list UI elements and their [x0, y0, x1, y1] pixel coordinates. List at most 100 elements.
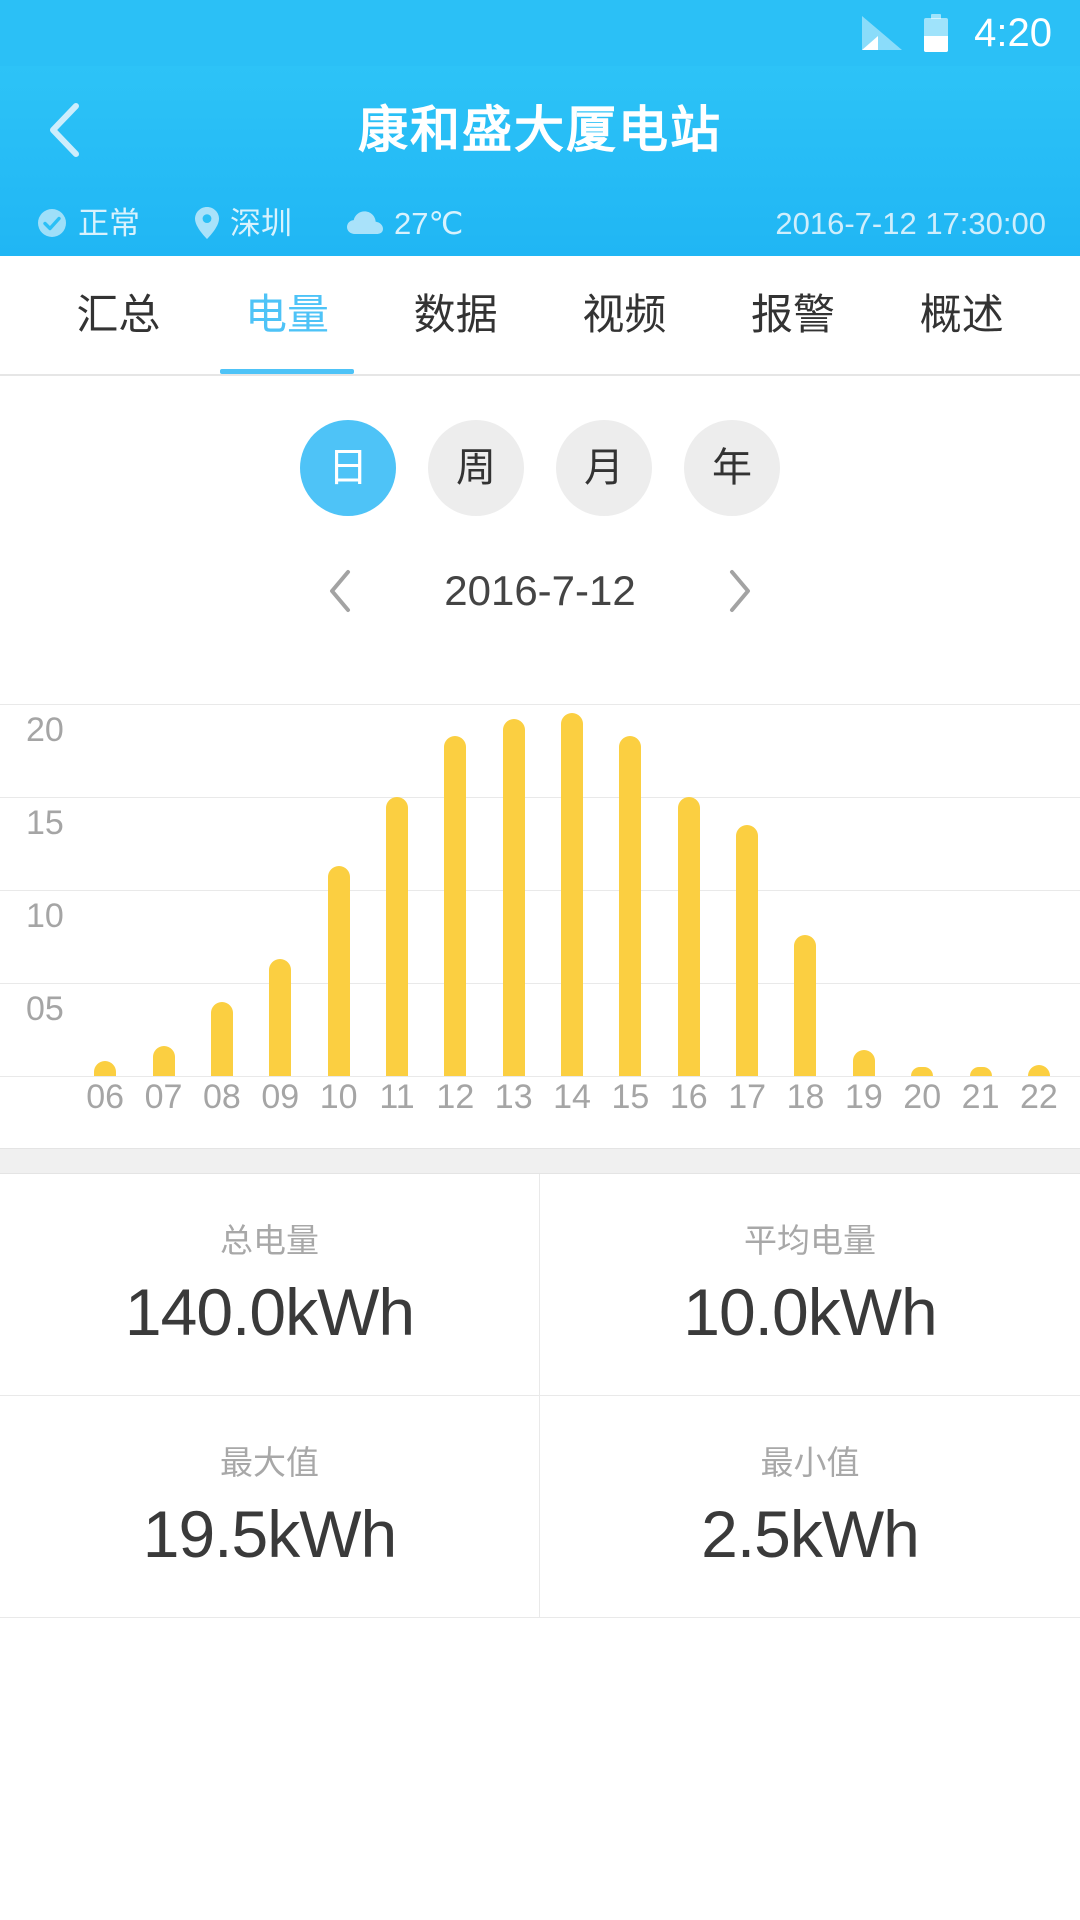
page-title: 康和盛大厦电站 — [358, 102, 722, 158]
period-year[interactable]: 年 — [684, 420, 780, 516]
tab-baojing[interactable]: 报警 — [709, 256, 878, 374]
tab-underline — [51, 369, 185, 374]
x-axis-tick-label: 07 — [144, 1078, 183, 1116]
status-bar: 4:20 — [0, 0, 1080, 66]
chart-bar[interactable] — [94, 1061, 117, 1076]
tab-shipin[interactable]: 视频 — [540, 256, 709, 374]
chart-bar-slot[interactable] — [426, 676, 484, 1076]
tab-underline — [389, 369, 523, 374]
chart-bar[interactable] — [269, 958, 292, 1076]
stat-value: 2.5kWh — [701, 1497, 920, 1571]
chart-bar[interactable] — [677, 796, 700, 1076]
tab-huizong[interactable]: 汇总 — [34, 256, 203, 374]
x-axis-tick-label: 21 — [961, 1078, 1000, 1116]
chart-bar-slot[interactable] — [660, 676, 718, 1076]
stats-separator — [0, 1148, 1080, 1174]
chart-bar[interactable] — [152, 1046, 175, 1076]
period-month[interactable]: 月 — [556, 420, 652, 516]
chart-bar-slot[interactable] — [718, 676, 776, 1076]
tab-dianliang[interactable]: 电量 — [203, 256, 372, 374]
chart-bar-slot[interactable] — [1010, 676, 1068, 1076]
stat-label: 总电量 — [220, 1222, 319, 1259]
chart-bar-slot[interactable] — [835, 676, 893, 1076]
chart-bar[interactable] — [911, 1066, 934, 1076]
date-navigator: 2016-7-12 — [0, 516, 1080, 626]
back-button[interactable] — [34, 100, 94, 160]
chart-bar[interactable] — [1027, 1064, 1050, 1076]
x-axis-tick-label: 13 — [494, 1078, 533, 1116]
tab-label: 汇总 — [76, 291, 161, 338]
chart-bar[interactable] — [969, 1066, 992, 1076]
chart-bar[interactable] — [385, 796, 408, 1076]
chart-bar[interactable] — [794, 934, 817, 1076]
y-axis-tick-label: 15 — [26, 803, 64, 842]
tab-label: 视频 — [582, 291, 667, 338]
period-day[interactable]: 日 — [300, 420, 396, 516]
chart-bar-slot[interactable] — [193, 676, 251, 1076]
chart-bar[interactable] — [210, 1001, 233, 1076]
stat-label: 最大值 — [220, 1444, 319, 1481]
y-axis-tick-label: 20 — [26, 710, 64, 749]
status-bar-clock: 4:20 — [974, 11, 1052, 55]
x-axis-tick-label: 16 — [669, 1078, 708, 1116]
chart-bar-slot[interactable] — [368, 676, 426, 1076]
chart-bar-slot[interactable] — [485, 676, 543, 1076]
x-axis-tick-label: 11 — [379, 1078, 415, 1116]
battery-half-icon — [924, 14, 949, 52]
tab-label: 数据 — [413, 291, 498, 338]
chart-bar-slot[interactable] — [601, 676, 659, 1076]
tab-gaishu[interactable]: 概述 — [877, 256, 1046, 374]
x-axis-tick-label: 19 — [844, 1078, 883, 1116]
chart-bar-slot[interactable] — [893, 676, 951, 1076]
chart-x-axis: 06 07 08 09 10 11 12 13 14 15 16 17 18 19 20 21 22 — [76, 1080, 1068, 1114]
x-axis-tick-label: 17 — [728, 1078, 767, 1116]
back-chevron-icon — [50, 103, 79, 157]
chart-bar[interactable] — [852, 1049, 875, 1076]
tab-underline — [895, 369, 1029, 374]
header-title-row: 康和盛大厦电站 — [0, 66, 1080, 194]
stat-average-energy: 平均电量 10.0kWh — [540, 1174, 1080, 1396]
stat-value: 10.0kWh — [683, 1275, 937, 1349]
chart-bar[interactable] — [327, 865, 350, 1076]
chart-bar[interactable] — [444, 735, 467, 1076]
chart-bars — [76, 676, 1068, 1076]
chart-bar-slot[interactable] — [951, 676, 1009, 1076]
page-header: 康和盛大厦电站 正常 深圳 27℃ 2016-7-12 17:30:00 — [0, 66, 1080, 256]
x-axis-tick-label: 15 — [611, 1078, 650, 1116]
y-axis-tick-label: 05 — [26, 989, 64, 1028]
x-axis-tick-label: 09 — [261, 1078, 300, 1116]
stat-label: 最小值 — [760, 1444, 860, 1481]
stat-label: 平均电量 — [744, 1222, 876, 1259]
period-selector: 日 周 月 年 — [0, 376, 1080, 516]
stats-grid: 总电量 140.0kWh 平均电量 10.0kWh 最大值 19.5kWh 最小… — [0, 1174, 1080, 1618]
check-circle-icon — [36, 207, 68, 239]
tab-underline — [220, 369, 354, 374]
station-status: 正常 — [36, 207, 140, 239]
tab-shuju[interactable]: 数据 — [371, 256, 540, 374]
tab-bar: 汇总 电量 数据 视频 报警 概述 — [0, 256, 1080, 376]
chart-bar[interactable] — [619, 735, 642, 1076]
current-date: 2016-7-12 — [444, 567, 636, 614]
prev-date-button[interactable] — [300, 556, 380, 626]
stat-value: 19.5kWh — [142, 1497, 397, 1571]
tab-underline — [557, 369, 691, 374]
station-weather-label: 27℃ — [394, 205, 464, 241]
chart-bar-slot[interactable] — [76, 676, 134, 1076]
chart-bar-slot[interactable] — [134, 676, 192, 1076]
chart-bar-slot[interactable] — [776, 676, 834, 1076]
chart-bar[interactable] — [561, 713, 584, 1076]
header-timestamp: 2016-7-12 17:30:00 — [775, 205, 1046, 241]
chart-bar[interactable] — [736, 824, 759, 1076]
chart-bar-slot[interactable] — [543, 676, 601, 1076]
app-screen: 4:20 康和盛大厦电站 正常 深圳 27℃ 2016-7-12 17:30:0… — [0, 0, 1080, 1920]
period-week[interactable]: 周 — [428, 420, 524, 516]
chart-bar-slot[interactable] — [309, 676, 367, 1076]
next-date-button[interactable] — [700, 556, 780, 626]
chart-bar[interactable] — [502, 718, 525, 1076]
tab-label: 电量 — [245, 291, 330, 338]
stat-value: 140.0kWh — [124, 1275, 415, 1349]
chevron-left-icon — [330, 570, 350, 612]
location-pin-icon — [194, 206, 220, 240]
chart-plot-area: 05 10 15 20 — [0, 676, 1080, 1077]
chart-bar-slot[interactable] — [251, 676, 309, 1076]
